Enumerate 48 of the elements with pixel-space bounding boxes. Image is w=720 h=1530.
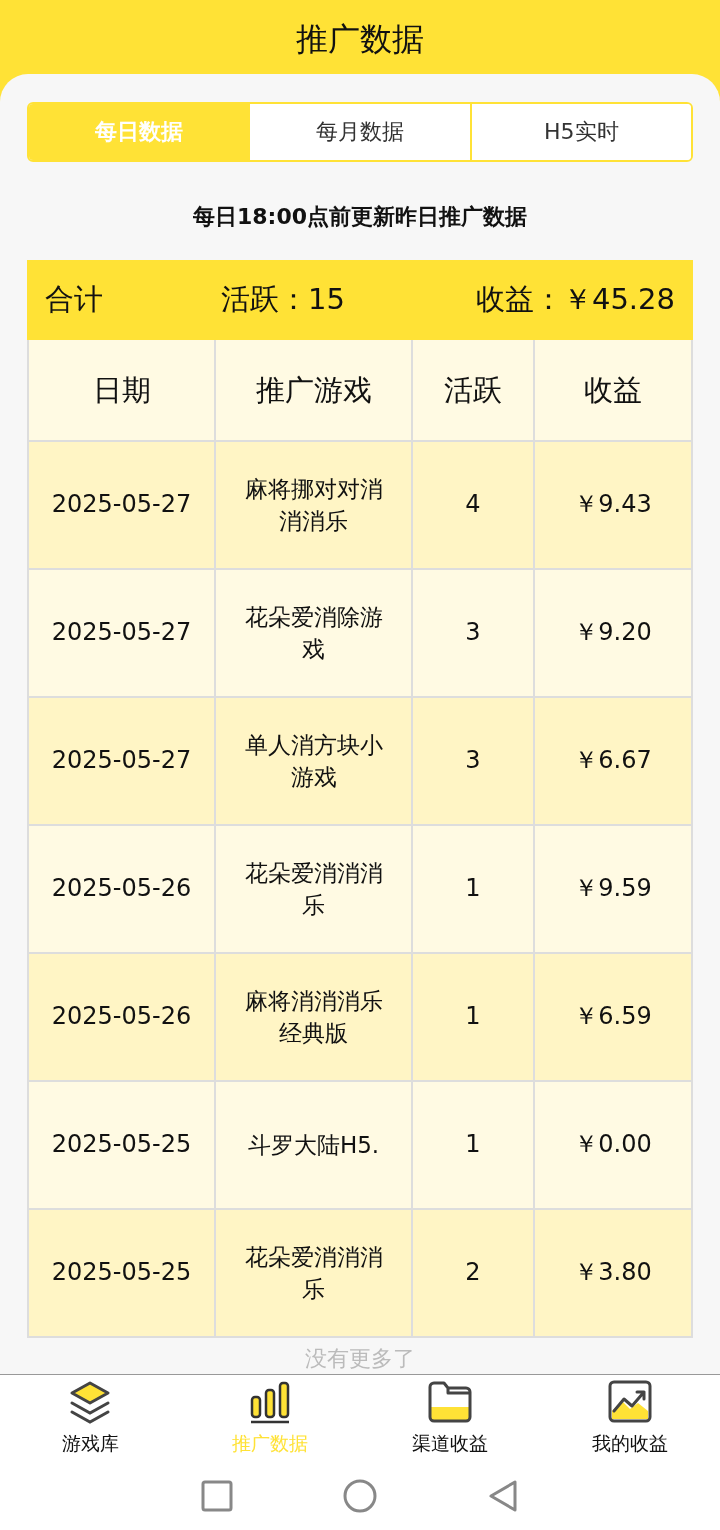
nav-item[interactable]: 渠道收益 — [360, 1375, 540, 1462]
table-cell: 2025-05-25 — [29, 1210, 214, 1337]
table-cell: 麻将消消消乐经典版 — [216, 954, 411, 1081]
page-title: 推广数据 — [296, 19, 424, 60]
table-cell: 3 — [413, 698, 533, 825]
trend-chart-icon — [606, 1379, 654, 1426]
table-cell: 单人消方块小游戏 — [216, 698, 411, 825]
table-cell: ￥9.59 — [535, 826, 691, 953]
tab[interactable]: H5实时 — [469, 104, 691, 161]
table-cell: ￥9.20 — [535, 570, 691, 697]
table-cell: 2025-05-26 — [29, 954, 214, 1081]
back-icon[interactable] — [487, 1478, 519, 1513]
table-cell: 1 — [413, 826, 533, 953]
column-header: 推广游戏 — [216, 340, 411, 441]
table-cell: 1 — [413, 1082, 533, 1209]
table-cell: 斗罗大陆H5. — [216, 1082, 411, 1209]
recent-apps-icon[interactable] — [201, 1479, 233, 1512]
table-cell: ￥6.67 — [535, 698, 691, 825]
home-icon[interactable] — [343, 1478, 377, 1513]
table-cell: 1 — [413, 954, 533, 1081]
table-cell: 花朵爱消除游戏 — [216, 570, 411, 697]
table-cell: 4 — [413, 442, 533, 569]
tab[interactable]: 每月数据 — [248, 104, 470, 161]
total-label: 合计 — [45, 281, 104, 319]
update-notice: 每日18:00点前更新昨日推广数据 — [192, 203, 528, 232]
table-cell: 2025-05-26 — [29, 826, 214, 953]
table-cell: 2025-05-27 — [29, 570, 214, 697]
table-cell: ￥0.00 — [535, 1082, 691, 1209]
table-cell: 2025-05-27 — [29, 442, 214, 569]
nav-item[interactable]: 游戏库 — [0, 1375, 180, 1462]
table-cell: 3 — [413, 570, 533, 697]
end-of-list-note: 没有更多了 — [304, 1345, 416, 1374]
column-header: 活跃 — [413, 340, 533, 441]
table-cell: 2 — [413, 1210, 533, 1337]
column-header: 收益 — [535, 340, 691, 441]
table-cell: 2025-05-27 — [29, 698, 214, 825]
nav-item[interactable]: 我的收益 — [540, 1375, 720, 1462]
table-cell: 2025-05-25 — [29, 1082, 214, 1209]
table-cell: 花朵爱消消消乐 — [216, 826, 411, 953]
table-cell: 麻将挪对对消消消乐 — [216, 442, 411, 569]
total-active: 活跃：15 — [221, 281, 346, 319]
table-cell: 花朵爱消消消乐 — [216, 1210, 411, 1337]
total-income: 收益：￥45.28 — [475, 281, 675, 319]
table-cell: ￥6.59 — [535, 954, 691, 1081]
table-cell: ￥3.80 — [535, 1210, 691, 1337]
table-cell: ￥9.43 — [535, 442, 691, 569]
folder-icon — [426, 1379, 474, 1426]
column-header: 日期 — [29, 340, 214, 441]
